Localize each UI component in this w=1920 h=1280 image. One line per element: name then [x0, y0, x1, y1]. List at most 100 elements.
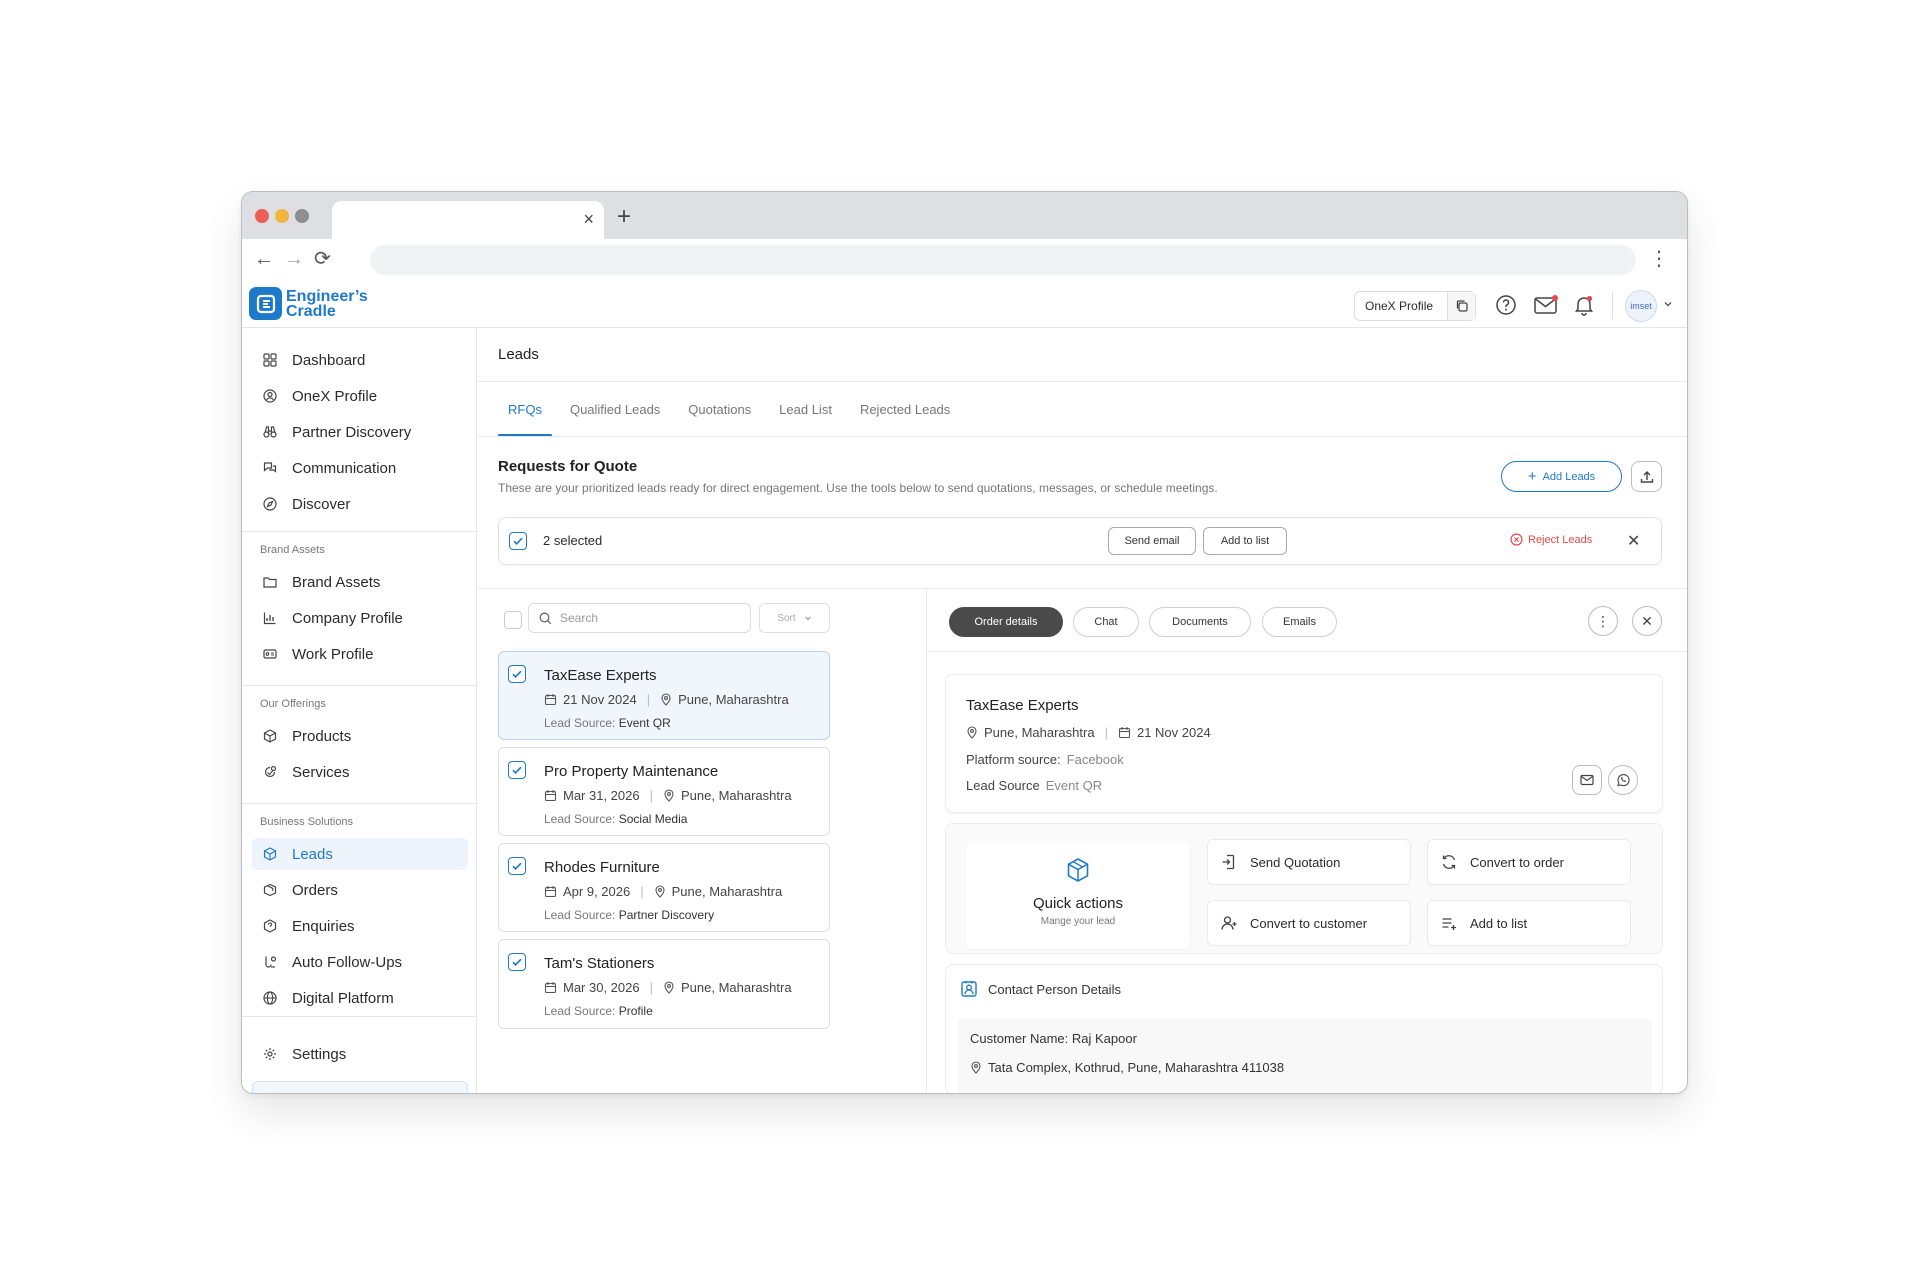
app-header: Engineer’s Cradle OneX Profile imset [242, 281, 1687, 328]
sidebar-item-onex-profile[interactable]: OneX Profile [252, 380, 468, 412]
browser-tab[interactable]: × [332, 201, 604, 239]
mail-icon[interactable] [1532, 293, 1560, 317]
page-title: Leads [498, 346, 539, 363]
section-subtitle: These are your prioritized leads ready f… [498, 481, 1218, 495]
brand-logo[interactable]: Engineer’s Cradle [249, 287, 368, 320]
tab-chat[interactable]: Chat [1073, 607, 1139, 637]
tab-order-details[interactable]: Order details [949, 607, 1063, 637]
tab-rfqs[interactable]: RFQs [498, 382, 552, 437]
avatar-text: imset [1630, 301, 1652, 311]
help-icon[interactable] [1494, 293, 1518, 317]
lead-source: Partner Discovery [618, 908, 715, 922]
sidebar-item-label: Settings [292, 1045, 347, 1063]
quick-actions-title: Quick actions [1032, 895, 1124, 912]
add-to-list-action-button[interactable]: Add to list [1427, 900, 1631, 946]
address-bar[interactable] [370, 245, 1636, 275]
convert-to-customer-button[interactable]: Convert to customer [1207, 900, 1411, 946]
forward-icon[interactable]: → [284, 247, 304, 271]
location-pin-icon [663, 981, 675, 994]
sidebar-item-label: Enquiries [292, 917, 355, 935]
lead-checkbox[interactable] [508, 857, 526, 875]
convert-to-order-button[interactable]: Convert to order [1427, 839, 1631, 885]
lead-checkbox[interactable] [508, 665, 526, 683]
lead-card[interactable]: Rhodes Furniture Apr 9, 2026 | Pune, Mah… [498, 843, 830, 932]
copy-icon[interactable] [1447, 292, 1475, 320]
sidebar-item-work-profile[interactable]: Work Profile [252, 638, 468, 670]
plus-icon: + [1527, 467, 1537, 485]
search-icon [539, 612, 552, 625]
new-tab-icon[interactable]: + [617, 205, 631, 229]
tab-close-icon[interactable]: × [583, 209, 594, 229]
lead-card[interactable]: Pro Property Maintenance Mar 31, 2026 | … [498, 747, 830, 836]
more-options-icon[interactable]: ⋮ [1588, 606, 1618, 636]
close-selection-icon[interactable]: ✕ [1627, 531, 1640, 551]
sidebar-item-discover[interactable]: Discover [252, 488, 468, 520]
close-detail-icon[interactable]: ✕ [1632, 606, 1662, 636]
list-select-checkbox[interactable] [504, 611, 522, 629]
sidebar-item-company-profile[interactable]: Company Profile [252, 602, 468, 634]
sidebar-item-auto-follow-ups[interactable]: Auto Follow-Ups [252, 946, 468, 978]
email-lead-button[interactable] [1572, 765, 1602, 795]
sidebar-item-products[interactable]: Products [252, 720, 468, 752]
profile-icon [262, 388, 278, 404]
reject-leads-button[interactable]: Reject Leads [1510, 533, 1592, 546]
whatsapp-button[interactable] [1608, 765, 1638, 795]
sidebar-item-label: Communication [292, 459, 397, 477]
sidebar-item-label: Products [292, 727, 352, 745]
calendar-icon [544, 693, 557, 706]
maximize-window-dot[interactable] [295, 209, 309, 223]
lead-checkbox[interactable] [508, 761, 526, 779]
sidebar-item-services[interactable]: Services [252, 756, 468, 788]
detail-lead-source: Event QR [1045, 778, 1103, 793]
upload-button[interactable] [1631, 461, 1662, 492]
follow-up-icon [262, 954, 278, 970]
sidebar-item-partner-discovery[interactable]: Partner Discovery [252, 416, 468, 448]
sidebar-item-label: Services [292, 763, 350, 781]
calendar-icon [544, 981, 557, 994]
add-leads-button[interactable]: + Add Leads [1501, 461, 1622, 492]
sidebar-item-communication[interactable]: Communication [252, 452, 468, 484]
lead-card[interactable]: TaxEase Experts 21 Nov 2024 | Pune, Maha… [498, 651, 830, 740]
selected-count: 2 selected [543, 533, 603, 548]
minimize-window-dot[interactable] [275, 209, 289, 223]
lead-source: Profile [618, 1004, 653, 1018]
sidebar-item-enquiries[interactable]: Enquiries [252, 910, 468, 942]
brand-name-line1: Engineer’s [286, 287, 368, 305]
sidebar-item-orders[interactable]: Orders [252, 874, 468, 906]
notification-bell-icon[interactable] [1572, 293, 1596, 317]
tab-emails[interactable]: Emails [1262, 607, 1337, 637]
sidebar-item-digital-platform[interactable]: Digital Platform [252, 982, 468, 1014]
lead-location: Pune, Maharashtra [678, 692, 789, 707]
tab-rejected-leads[interactable]: Rejected Leads [850, 382, 960, 437]
contact-card-icon [960, 980, 978, 998]
back-icon[interactable]: ← [254, 247, 274, 271]
upload-icon [1639, 469, 1655, 485]
browser-menu-icon[interactable]: ⋮ [1649, 247, 1669, 271]
sort-dropdown[interactable]: Sort [759, 603, 830, 633]
send-quotation-label: Send Quotation [1250, 854, 1341, 870]
select-all-checkbox[interactable] [509, 532, 527, 550]
onex-profile-button[interactable]: OneX Profile [1354, 291, 1476, 321]
sidebar-item-leads[interactable]: Leads [252, 838, 468, 870]
add-to-list-button[interactable]: Add to list [1203, 527, 1287, 555]
lead-card[interactable]: Tam's Stationers Mar 30, 2026 | Pune, Ma… [498, 939, 830, 1029]
lead-checkbox[interactable] [508, 953, 526, 971]
sidebar-item-brand-assets[interactable]: Brand Assets [252, 566, 468, 598]
tab-qualified-leads[interactable]: Qualified Leads [560, 382, 670, 437]
lead-source: Event QR [618, 716, 671, 730]
avatar-chevron-down-icon[interactable] [1663, 299, 1673, 309]
user-avatar[interactable]: imset [1625, 290, 1657, 322]
tab-documents[interactable]: Documents [1149, 607, 1251, 637]
reload-icon[interactable]: ⟳ [314, 247, 331, 271]
location-pin-icon [966, 726, 978, 739]
quick-actions-panel: Quick actions Mange your lead Send Quota… [945, 823, 1663, 954]
send-email-button[interactable]: Send email [1108, 527, 1196, 555]
tab-quotations[interactable]: Quotations [678, 382, 761, 437]
send-quotation-button[interactable]: Send Quotation [1207, 839, 1411, 885]
enquiry-icon [262, 918, 278, 934]
search-input[interactable]: Search [528, 603, 751, 633]
sidebar-item-dashboard[interactable]: Dashboard [252, 344, 468, 376]
sidebar-item-settings[interactable]: Settings [252, 1038, 468, 1070]
close-window-dot[interactable] [255, 209, 269, 223]
tab-lead-list[interactable]: Lead List [769, 382, 842, 437]
